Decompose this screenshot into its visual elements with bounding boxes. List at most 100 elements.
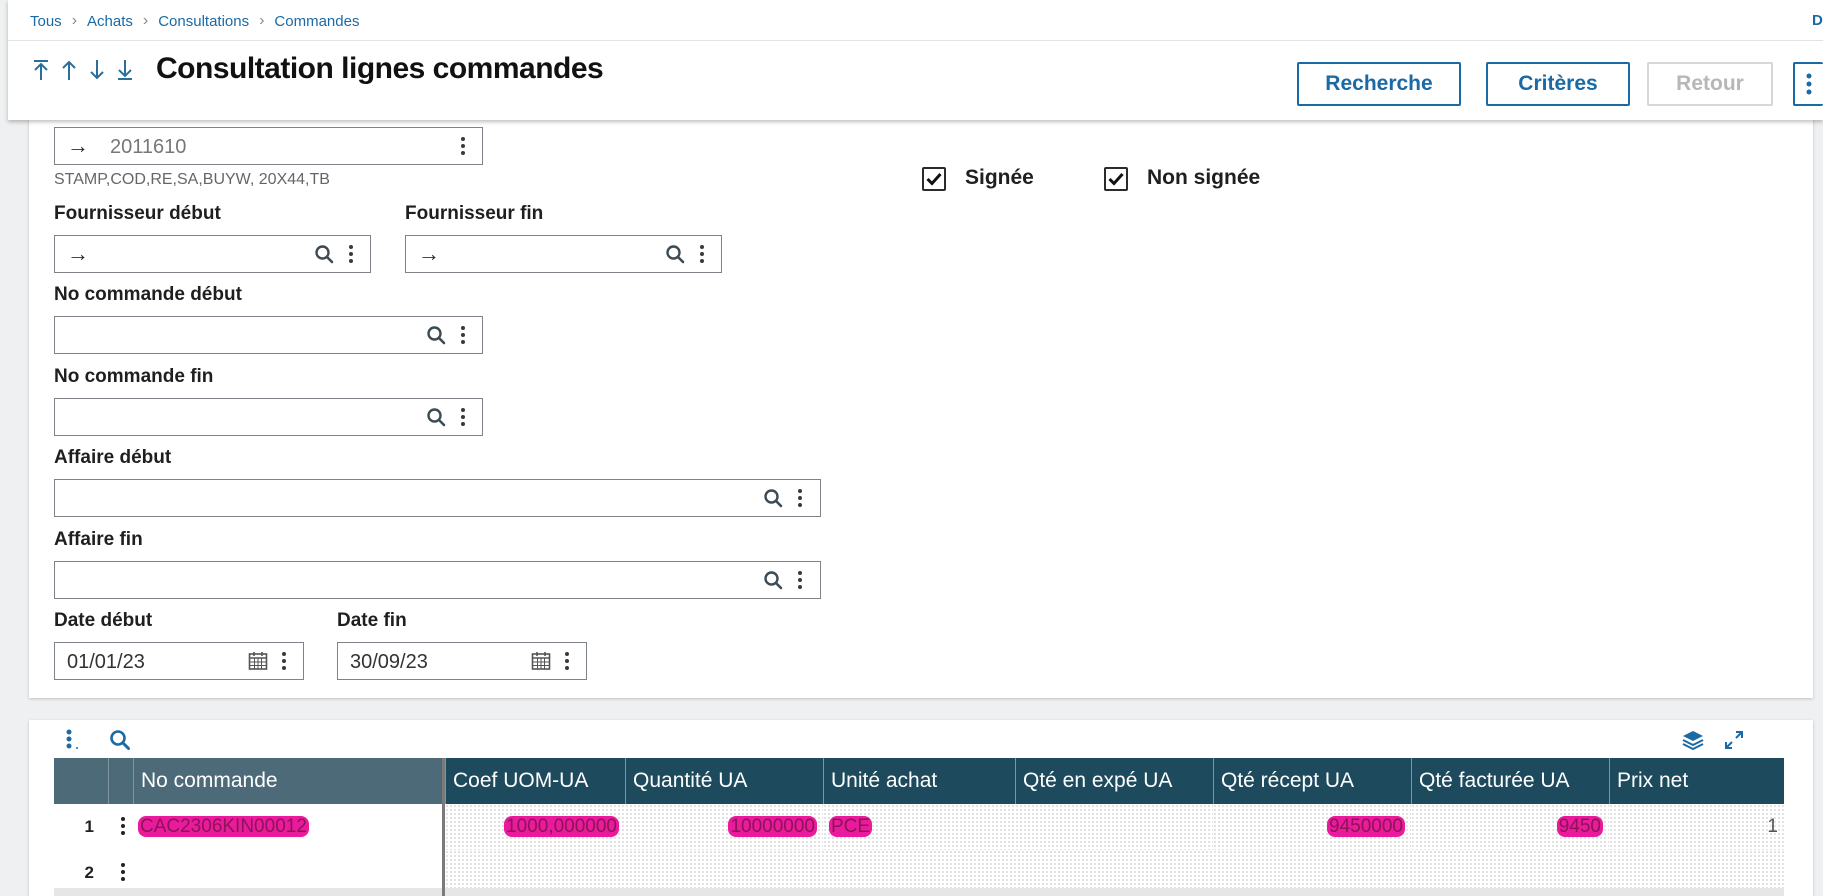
grid-menu-icon[interactable] xyxy=(65,728,81,757)
table-row[interactable]: 1 CAC2306KIN00012 1000,000000 10000000 P… xyxy=(54,804,1784,850)
kebab-menu-icon[interactable] xyxy=(460,135,466,159)
column-header[interactable]: Unité achat xyxy=(823,758,1015,804)
divider xyxy=(8,40,1823,41)
kebab-menu-icon[interactable] xyxy=(348,243,354,267)
project-start-field[interactable] xyxy=(54,479,821,517)
calendar-icon[interactable] xyxy=(248,651,268,671)
order-lines-grid: No commande Coef UOM-UA Quantité UA Unit… xyxy=(54,758,1784,896)
project-end-field[interactable] xyxy=(54,561,821,599)
unsigned-checkbox[interactable] xyxy=(1104,167,1128,191)
last-record-icon[interactable] xyxy=(116,58,134,88)
column-header[interactable]: Qté récept UA xyxy=(1213,758,1411,804)
back-button[interactable]: Retour xyxy=(1647,62,1773,106)
search-icon[interactable] xyxy=(426,407,446,427)
kebab-menu-icon[interactable] xyxy=(699,243,705,267)
received-qty-value: 9450000 xyxy=(1327,816,1405,837)
top-code-field[interactable]: → 2011610 xyxy=(54,127,483,165)
supplier-start-label: Fournisseur début xyxy=(54,203,221,224)
search-icon[interactable] xyxy=(314,244,334,264)
unsigned-label: Non signée xyxy=(1147,166,1261,189)
date-end-field[interactable]: 30/09/23 xyxy=(337,642,587,680)
row-number: 1 xyxy=(84,817,94,836)
date-end-value: 30/09/23 xyxy=(350,651,428,673)
breadcrumb-right-link[interactable]: D xyxy=(1812,12,1823,29)
order-end-label: No commande fin xyxy=(54,366,214,387)
kebab-menu-icon[interactable] xyxy=(460,324,466,348)
coef-cell[interactable]: 1000,000000 xyxy=(445,804,625,850)
received-qty-cell[interactable]: 9450000 xyxy=(1213,804,1411,850)
breadcrumb-item[interactable]: Consultations xyxy=(158,13,249,30)
column-header[interactable]: No commande xyxy=(133,758,442,804)
horizontal-scrollbar[interactable] xyxy=(54,888,1784,896)
search-button[interactable]: Recherche xyxy=(1297,62,1461,106)
checkmark-icon xyxy=(926,172,942,186)
search-icon[interactable] xyxy=(109,729,131,756)
supplier-end-field[interactable]: → xyxy=(405,235,722,273)
arrow-right-icon[interactable]: → xyxy=(67,241,89,267)
date-start-field[interactable]: 01/01/23 xyxy=(54,642,304,680)
page-title: Consultation lignes commandes xyxy=(156,52,604,85)
results-panel: No commande Coef UOM-UA Quantité UA Unit… xyxy=(29,720,1813,896)
app-background: Tous › Achats › Consultations › Commande… xyxy=(0,0,1823,896)
order-start-field[interactable] xyxy=(54,316,483,354)
record-navigation xyxy=(32,58,134,88)
project-start-label: Affaire début xyxy=(54,447,172,468)
column-header[interactable]: Prix net xyxy=(1609,758,1784,804)
breadcrumb-item[interactable]: Achats xyxy=(87,13,133,30)
chevron-right-icon: › xyxy=(142,12,149,29)
coef-value: 1000,000000 xyxy=(504,816,619,837)
row-menu-icon[interactable] xyxy=(120,816,126,838)
more-actions-button[interactable] xyxy=(1793,62,1823,106)
order-start-label: No commande début xyxy=(54,284,242,305)
kebab-menu-icon[interactable] xyxy=(281,650,287,674)
unit-value: PCE xyxy=(829,816,873,837)
kebab-menu-icon[interactable] xyxy=(797,487,803,511)
grid-header: No commande Coef UOM-UA Quantité UA Unit… xyxy=(54,758,1784,804)
layers-icon[interactable] xyxy=(1681,729,1705,756)
expand-icon[interactable] xyxy=(1723,729,1745,756)
row-menu-icon[interactable] xyxy=(120,862,126,884)
signed-checkbox[interactable] xyxy=(922,167,946,191)
kebab-menu-icon[interactable] xyxy=(564,650,570,674)
kebab-menu-icon[interactable] xyxy=(460,406,466,430)
top-code-description: STAMP,COD,RE,SA,BUYW, 20X44,TB xyxy=(54,171,330,188)
column-header[interactable]: Qté facturée UA xyxy=(1411,758,1609,804)
unit-cell[interactable]: PCE xyxy=(823,804,1015,850)
calendar-icon[interactable] xyxy=(531,651,551,671)
top-code-value: 2011610 xyxy=(110,136,187,158)
supplier-start-field[interactable]: → xyxy=(54,235,371,273)
checkmark-icon xyxy=(1108,172,1124,186)
order-end-field[interactable] xyxy=(54,398,483,436)
first-record-icon[interactable] xyxy=(32,58,50,88)
net-price-cell[interactable]: 1 xyxy=(1609,804,1784,850)
frozen-column-separator xyxy=(442,758,445,896)
breadcrumb-item[interactable]: Commandes xyxy=(274,13,359,30)
arrow-right-icon[interactable]: → xyxy=(418,241,440,267)
search-icon[interactable] xyxy=(665,244,685,264)
breadcrumb-item[interactable]: Tous xyxy=(30,13,62,30)
search-icon[interactable] xyxy=(763,570,783,590)
column-header[interactable]: Quantité UA xyxy=(625,758,823,804)
date-start-value: 01/01/23 xyxy=(67,651,145,673)
quantity-value: 10000000 xyxy=(728,816,817,837)
search-icon[interactable] xyxy=(763,488,783,508)
invoiced-qty-cell[interactable]: 9450 xyxy=(1411,804,1609,850)
page-header: Tous › Achats › Consultations › Commande… xyxy=(8,0,1823,120)
row-menu-header xyxy=(108,758,133,804)
quantity-cell[interactable]: 10000000 xyxy=(625,804,823,850)
kebab-menu-icon xyxy=(1806,73,1812,95)
previous-record-icon[interactable] xyxy=(60,58,78,88)
order-number-cell[interactable]: CAC2306KIN00012 xyxy=(138,804,438,850)
kebab-menu-icon[interactable] xyxy=(797,569,803,593)
arrow-right-icon[interactable]: → xyxy=(67,133,89,159)
criteria-panel: → 2011610 STAMP,COD,RE,SA,BUYW, 20X44,TB… xyxy=(29,108,1813,698)
column-header[interactable]: Coef UOM-UA xyxy=(445,758,625,804)
project-end-label: Affaire fin xyxy=(54,529,143,550)
column-header[interactable]: Qté en expé UA xyxy=(1015,758,1213,804)
supplier-end-label: Fournisseur fin xyxy=(405,203,544,224)
shipped-qty-cell[interactable] xyxy=(1015,804,1213,850)
search-icon[interactable] xyxy=(426,325,446,345)
date-end-label: Date fin xyxy=(337,610,407,631)
criteria-button[interactable]: Critères xyxy=(1486,62,1630,106)
next-record-icon[interactable] xyxy=(88,58,106,88)
